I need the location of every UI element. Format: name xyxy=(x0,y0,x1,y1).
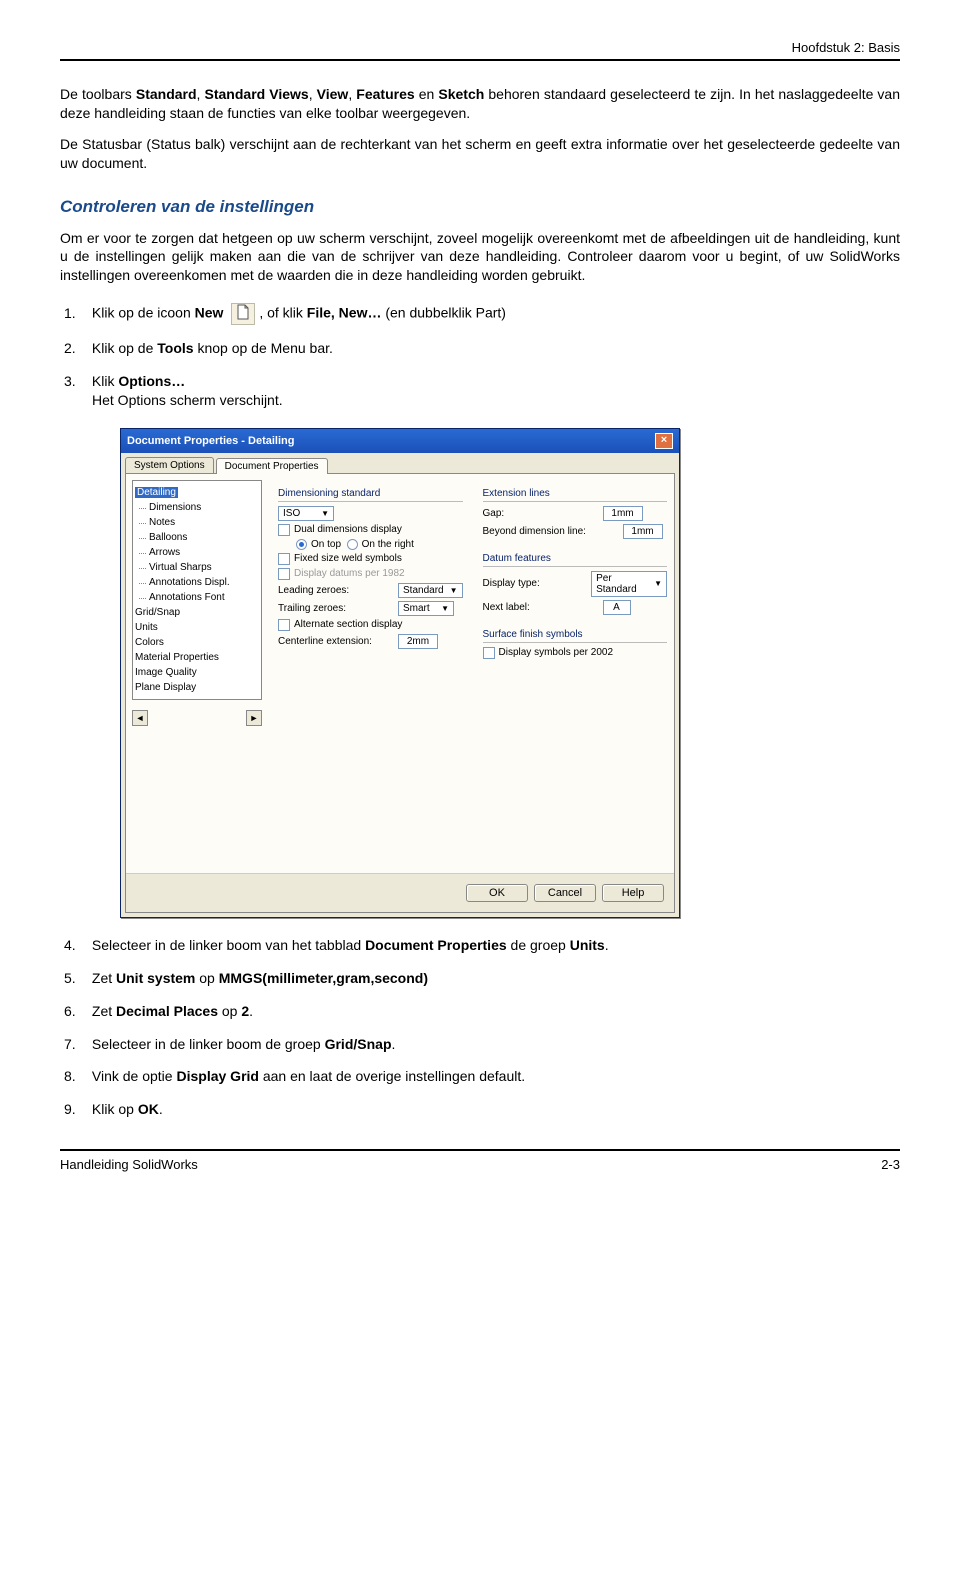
surface-finish-label: Surface finish symbols xyxy=(483,629,668,640)
dim-standard-select[interactable]: ISO▼ xyxy=(278,506,334,521)
intro-paragraph-1: De toolbars Standard, Standard Views, Vi… xyxy=(60,85,900,123)
step-9: 9. Klik op OK. xyxy=(92,1100,900,1119)
footer-right: 2-3 xyxy=(881,1157,900,1172)
step-2: 2. Klik op de Tools knop op de Menu bar. xyxy=(92,339,900,358)
section-body: Om er voor te zorgen dat hetgeen op uw s… xyxy=(60,229,900,286)
chevron-down-icon: ▼ xyxy=(435,604,449,613)
tree-item-material-properties[interactable]: Material Properties xyxy=(135,650,259,665)
tree-item-annotations-display[interactable]: Annotations Displ. xyxy=(135,575,259,590)
step-6: 6. Zet Decimal Places op 2. xyxy=(92,1002,900,1021)
options-dialog: Document Properties - Detailing × System… xyxy=(120,428,680,918)
options-tree[interactable]: Detailing Dimensions Notes Balloons Arro… xyxy=(132,480,262,700)
next-label-input[interactable]: A xyxy=(603,600,631,615)
scroll-right-icon[interactable]: ► xyxy=(246,710,262,726)
display-2002-checkbox[interactable] xyxy=(483,647,495,659)
step-7: 7. Selecteer in de linker boom de groep … xyxy=(92,1035,900,1054)
display-1982-checkbox xyxy=(278,568,290,580)
tree-item-notes[interactable]: Notes xyxy=(135,515,259,530)
options-panel: Dimensioning standard ISO▼ Dual dimensio… xyxy=(268,474,677,873)
tree-item-image-quality[interactable]: Image Quality xyxy=(135,665,259,680)
tree-item-annotations-font[interactable]: Annotations Font xyxy=(135,590,259,605)
tree-item-units[interactable]: Units xyxy=(135,620,259,635)
tree-item-plane-display[interactable]: Plane Display xyxy=(135,680,259,695)
new-file-icon xyxy=(231,303,255,325)
footer-left: Handleiding SolidWorks xyxy=(60,1157,198,1172)
step-5: 5. Zet Unit system op MMGS(millimeter,gr… xyxy=(92,969,900,988)
dual-dim-checkbox[interactable] xyxy=(278,524,290,536)
scroll-left-icon[interactable]: ◄ xyxy=(132,710,148,726)
tab-document-properties[interactable]: Document Properties xyxy=(216,458,328,474)
chevron-down-icon: ▼ xyxy=(648,579,662,588)
step-list-continued: 4. Selecteer in de linker boom van het t… xyxy=(60,936,900,1119)
leading-zeroes-select[interactable]: Standard▼ xyxy=(398,583,463,598)
help-button[interactable]: Help xyxy=(602,884,664,902)
datum-features-label: Datum features xyxy=(483,553,668,564)
tree-item-dimensions[interactable]: Dimensions xyxy=(135,500,259,515)
cancel-button[interactable]: Cancel xyxy=(534,884,596,902)
dim-standard-label: Dimensioning standard xyxy=(278,488,463,499)
dialog-titlebar[interactable]: Document Properties - Detailing × xyxy=(121,429,679,453)
step-list: 1. Klik op de icoon New , of klik File, … xyxy=(60,303,900,410)
centerline-input[interactable]: 2mm xyxy=(398,634,438,649)
tree-item-balloons[interactable]: Balloons xyxy=(135,530,259,545)
chevron-down-icon: ▼ xyxy=(315,509,329,518)
chevron-down-icon: ▼ xyxy=(444,586,458,595)
close-icon[interactable]: × xyxy=(655,433,673,449)
extension-lines-label: Extension lines xyxy=(483,488,668,499)
page-header: Hoofdstuk 2: Basis xyxy=(60,40,900,55)
tree-item-grid-snap[interactable]: Grid/Snap xyxy=(135,605,259,620)
section-heading: Controleren van de instellingen xyxy=(60,197,900,217)
gap-input[interactable]: 1mm xyxy=(603,506,643,521)
dialog-title: Document Properties - Detailing xyxy=(127,435,294,447)
tree-item-virtual-sharps[interactable]: Virtual Sharps xyxy=(135,560,259,575)
trailing-zeroes-select[interactable]: Smart▼ xyxy=(398,601,454,616)
step-1: 1. Klik op de icoon New , of klik File, … xyxy=(92,303,900,325)
fixed-weld-checkbox[interactable] xyxy=(278,553,290,565)
tree-item-colors[interactable]: Colors xyxy=(135,635,259,650)
display-type-select[interactable]: Per Standard▼ xyxy=(591,571,667,597)
on-right-radio[interactable] xyxy=(347,539,358,550)
alt-section-checkbox[interactable] xyxy=(278,619,290,631)
ok-button[interactable]: OK xyxy=(466,884,528,902)
footer-rule xyxy=(60,1149,900,1151)
step-4: 4. Selecteer in de linker boom van het t… xyxy=(92,936,900,955)
on-top-radio[interactable] xyxy=(296,539,307,550)
beyond-input[interactable]: 1mm xyxy=(623,524,663,539)
tree-item-detailing[interactable]: Detailing xyxy=(135,487,178,498)
tree-item-arrows[interactable]: Arrows xyxy=(135,545,259,560)
header-rule xyxy=(60,59,900,61)
intro-paragraph-2: De Statusbar (Status balk) verschijnt aa… xyxy=(60,135,900,173)
step-8: 8. Vink de optie Display Grid aan en laa… xyxy=(92,1067,900,1086)
step-3: 3. Klik Options… Het Options scherm vers… xyxy=(92,372,900,410)
tab-system-options[interactable]: System Options xyxy=(125,457,214,473)
